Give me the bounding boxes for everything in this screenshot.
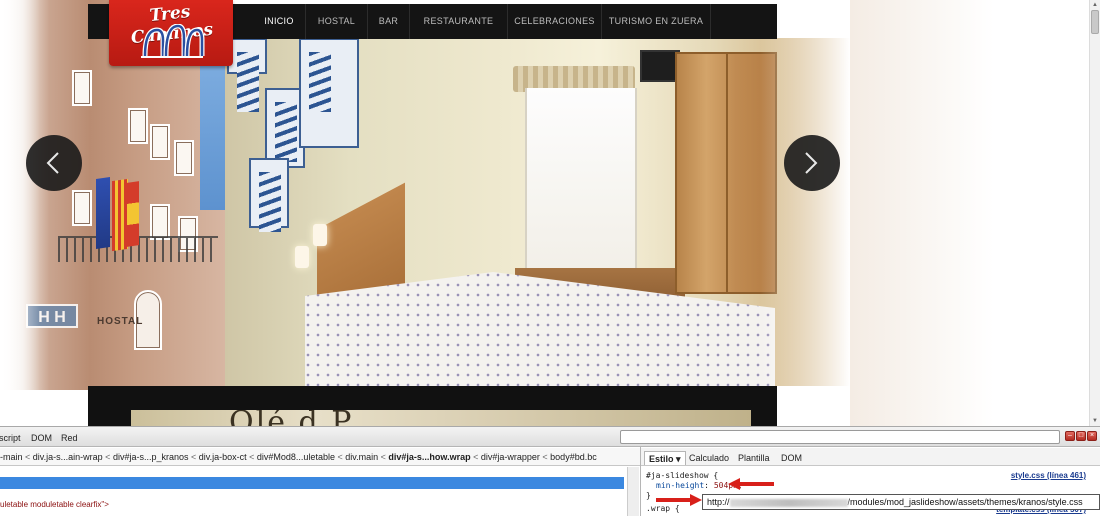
html-node-line[interactable]: uletable moduletable clearfix"> [0, 500, 109, 509]
breadcrumb-item[interactable]: div#Mod8...uletable [257, 452, 335, 462]
breadcrumb-item[interactable]: div#ja-wrapper [481, 452, 540, 462]
hotel-room-slide [225, 38, 850, 386]
nav-item-inicio[interactable]: INICIO [253, 4, 305, 39]
breadcrumb-item[interactable]: div.ja-s...ain-wrap [33, 452, 103, 462]
restore-icon[interactable]: □ [1076, 431, 1086, 441]
breadcrumb: -main < div.ja-s...ain-wrap < div#ja-s..… [0, 448, 640, 466]
annotation-arrow-right-icon [656, 494, 702, 506]
breadcrumb-item[interactable]: div.ja-box-ct [199, 452, 247, 462]
nav-item-bar[interactable]: BAR [367, 4, 409, 39]
url-tooltip: http:// /modules/mod_jaslideshow/assets/t… [702, 494, 1100, 510]
chevron-right-icon [805, 152, 818, 174]
scrollbar-thumb[interactable] [1091, 10, 1099, 34]
breadcrumb-item-selected[interactable]: div#ja-s...how.wrap [388, 452, 470, 462]
selected-node-row[interactable] [0, 477, 624, 489]
slide-right-fade [850, 0, 1089, 426]
website-viewport: H H HOSTAL INICIO HOSTAL BAR RESTAURANTE… [0, 0, 1089, 426]
close-icon[interactable]: × [1087, 431, 1097, 441]
tab-dom-side[interactable]: DOM [781, 451, 802, 465]
minimize-icon[interactable]: – [1065, 431, 1075, 441]
breadcrumb-item[interactable]: body#bd.bc [550, 452, 597, 462]
tv-icon [640, 50, 680, 82]
slideshow-next-button[interactable] [784, 135, 840, 191]
content-heading: Olé d P [229, 410, 353, 426]
firebug-toolbar: script DOM Red ⌕ – □ × [0, 427, 1100, 447]
tab-script[interactable]: script [0, 431, 21, 445]
scroll-up-icon[interactable]: ▲ [1091, 1, 1099, 9]
tab-estilo[interactable]: Estilo ▾ [644, 451, 686, 465]
room-window [525, 88, 637, 288]
hostal-sign-text: HOSTAL [97, 316, 144, 327]
css-property[interactable]: min-height [656, 481, 704, 490]
content-banner: Olé d P [131, 410, 751, 426]
breadcrumb-item[interactable]: div.main [345, 452, 378, 462]
css-source-link[interactable]: style.css (línea 461) [1011, 471, 1086, 480]
css-close-brace: } [646, 491, 651, 500]
page-scrollbar[interactable]: ▲ ▼ [1089, 0, 1100, 426]
tooltip-url-path: /modules/mod_jaslideshow/assets/themes/k… [847, 497, 1083, 507]
chevron-left-icon [46, 152, 59, 174]
tab-red[interactable]: Red [61, 431, 78, 445]
screenshot: H H HOSTAL INICIO HOSTAL BAR RESTAURANTE… [0, 0, 1100, 516]
nav-item-turismo[interactable]: TURISMO EN ZUERA [601, 4, 711, 39]
nav-item-hostal[interactable]: HOSTAL [305, 4, 367, 39]
scroll-down-icon[interactable]: ▼ [1091, 417, 1099, 425]
breadcrumb-item[interactable]: div#ja-s...p_kranos [113, 452, 189, 462]
tooltip-url-prefix: http:// [707, 497, 730, 507]
annotation-arrow-left-icon [728, 478, 774, 490]
flag-icon [96, 177, 110, 249]
search-input[interactable] [620, 430, 1060, 444]
redacted-domain [729, 498, 848, 507]
flag-icon [127, 181, 139, 247]
side-panel-tabs: Estilo ▾ Calculado Plantilla DOM [641, 448, 1100, 466]
tab-dom[interactable]: DOM [31, 431, 52, 445]
nav-item-restaurante[interactable]: RESTAURANTE [409, 4, 507, 39]
slideshow-prev-button[interactable] [26, 135, 82, 191]
html-panel-scrollbar[interactable] [627, 467, 639, 516]
tab-calculado[interactable]: Calculado [689, 451, 729, 465]
flag-icon [112, 178, 128, 252]
nav-item-celebraciones[interactable]: CELEBRACIONES [507, 4, 601, 39]
html-tree-panel: uletable moduletable clearfix"> [0, 467, 640, 516]
site-logo[interactable]: Tres Caminos [109, 0, 233, 66]
breadcrumb-item[interactable]: -main [0, 452, 23, 462]
arches-logo-icon [141, 24, 205, 58]
css-selector[interactable]: #ja-slideshow { [646, 471, 718, 480]
tab-plantilla[interactable]: Plantilla [738, 451, 770, 465]
